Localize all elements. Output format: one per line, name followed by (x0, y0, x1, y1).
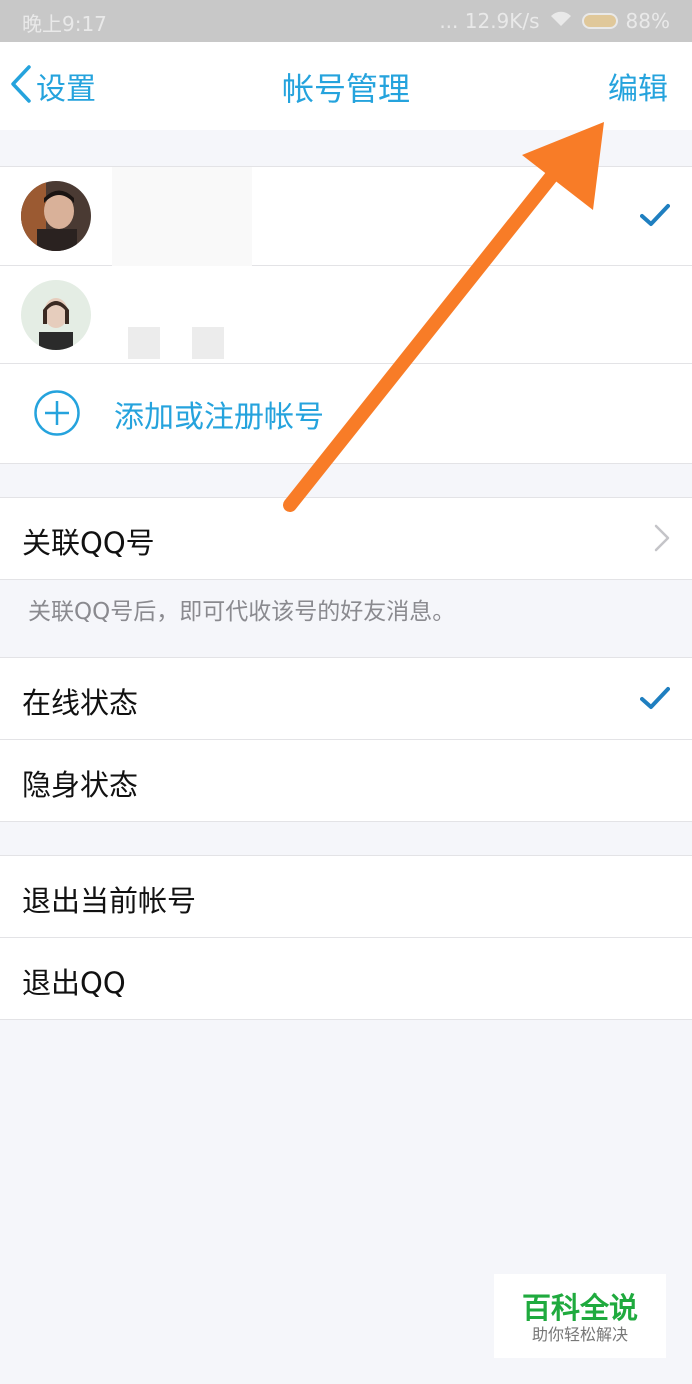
annotation-arrow (283, 122, 604, 512)
watermark-logo: 百科全说 助你轻松解决 (494, 1274, 666, 1358)
watermark-subtitle: 助你轻松解决 (531, 1325, 628, 1344)
watermark-title: 百科全说 (521, 1291, 638, 1325)
